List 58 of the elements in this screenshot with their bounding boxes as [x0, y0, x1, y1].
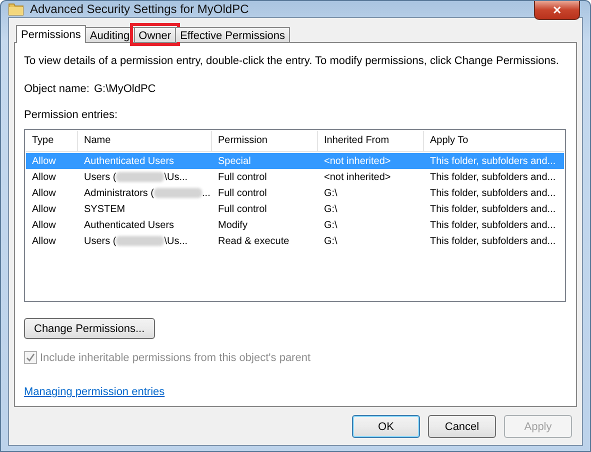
column-header[interactable]: Name [78, 131, 212, 151]
table-cell-text: Full control [217, 204, 268, 214]
table-cell-text: Allow [31, 172, 57, 182]
change-permissions-button[interactable]: Change Permissions... [24, 318, 155, 339]
table-cell: \Us... [164, 172, 188, 182]
table-cell-text: Read & execute [217, 236, 290, 246]
table-cell-text: Full control [217, 188, 268, 198]
close-button[interactable]: ✕ [534, 1, 580, 20]
folder-icon [8, 1, 24, 17]
object-name-label: Object name: [24, 83, 90, 95]
permission-row[interactable]: Allow Authenticated Users Modify G:\ This folder, subfolders and... [26, 217, 564, 233]
permission-row[interactable]: Allow SYSTEM Full control G:\ This folder, subfolders and... [26, 201, 564, 217]
dialog-button[interactable]: Cancel [428, 415, 496, 438]
column-header[interactable]: Apply To [424, 131, 564, 151]
table-cell-text: This folder, subfolders and... [429, 156, 557, 166]
tab[interactable]: Permissions [16, 25, 86, 43]
table-cell-text: Special [217, 156, 252, 166]
permission-row[interactable]: Allow Users ( \Us... Full control <not inherited> This folder, subfolders and... [26, 169, 564, 185]
dialog-button[interactable]: OK [352, 415, 420, 438]
tab[interactable]: Effective Permissions [175, 27, 290, 42]
permission-row[interactable]: Allow Administrators ( ... Full control G:\ This folder, subfolders and... [26, 185, 564, 201]
table-cell-text: Authenticated Users [83, 156, 176, 166]
table-cell-text: G:\ [323, 204, 338, 214]
table-cell: Users ( [84, 172, 116, 182]
tab[interactable]: Auditing [84, 27, 135, 42]
column-header[interactable]: Inherited From [318, 131, 424, 151]
table-cell-text: Allow [31, 188, 57, 198]
table-cell-text: This folder, subfolders and... [429, 204, 557, 214]
table-cell-text: Allow [31, 220, 57, 230]
table-cell-text: <not inherited> [323, 156, 392, 166]
instructions-text: To view details of a permission entry, double-click the entry. To modify permissions, click Change Permissions. [24, 55, 560, 67]
table-cell-text: Authenticated Users [83, 220, 176, 230]
table-cell: Users ( [84, 236, 116, 246]
checkbox-label: Include inheritable permissions from this object's parent [40, 352, 311, 364]
table-cell-text: Allow [31, 156, 57, 166]
table-cell: ... [202, 188, 210, 198]
help-link[interactable]: Managing permission entries [24, 386, 165, 398]
table-cell-text: G:\ [323, 236, 338, 246]
table-cell-text: Modify [217, 220, 248, 230]
permission-row[interactable]: Allow Users ( \Us... Read & execute G:\ This folder, subfolders and... [26, 233, 564, 249]
table-cell-text: <not inherited> [323, 172, 392, 182]
window-title: Advanced Security Settings for MyOldPC [30, 2, 249, 16]
table-cell-text: G:\ [323, 188, 338, 198]
table-cell-text: Full control [217, 172, 268, 182]
object-name-value: G:\MyOldPC [94, 83, 156, 95]
column-header[interactable]: Permission [212, 131, 318, 151]
table-cell-text: G:\ [323, 220, 338, 230]
table-cell-text: This folder, subfolders and... [429, 220, 557, 230]
permission-entries-label: Permission entries: [24, 109, 119, 121]
table-cell: Administrators ( [84, 188, 154, 198]
table-cell-text: This folder, subfolders and... [429, 188, 557, 198]
table-cell: \Us... [164, 236, 188, 246]
table-cell-text: This folder, subfolders and... [429, 236, 557, 246]
table-cell-text: SYSTEM [83, 204, 126, 214]
table-cell-text: Allow [31, 236, 57, 246]
table-cell-text: This folder, subfolders and... [429, 172, 557, 182]
table-cell-text: Allow [31, 204, 57, 214]
column-header[interactable]: Type [26, 131, 78, 151]
